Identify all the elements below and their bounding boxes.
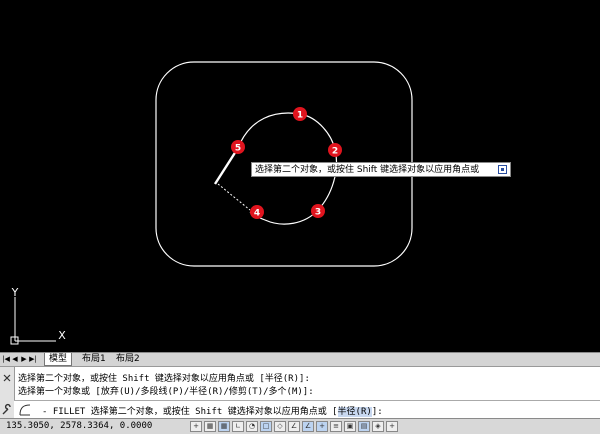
command-window-grip[interactable] [0,367,15,418]
ucs-icon: Y X [10,286,66,345]
marker-3-label: 3 [315,208,321,218]
quick-properties-icon[interactable]: ▤ [358,421,370,432]
marker-5-label: 5 [235,144,241,154]
selection-cycling-icon[interactable]: ◈ [372,421,384,432]
tab-model[interactable]: 模型 [44,353,73,366]
transparency-icon[interactable]: ▣ [344,421,356,432]
marker-2: 2 [328,143,342,157]
dashed-preview-segment [217,183,251,211]
marker-4: 4 [250,205,264,219]
command-prompt-icon [19,404,31,416]
marker-1-label: 1 [297,111,303,121]
next-tab-icon[interactable]: ▶ [20,354,28,364]
marker-3: 3 [311,204,325,218]
tooltip-options-icon[interactable] [498,165,507,174]
ucs-x-label: X [58,329,66,342]
ucs-y-label: Y [11,286,19,299]
command-option-radius[interactable]: 半径(R) [337,407,372,417]
command-window: 选择第二个对象，或按住 Shift 键选择对象以应用角点或 [半径(R)]: 选… [0,366,600,418]
command-current-text: - FILLET 选择第二个对象，或按住 Shift 键选择对象以应用角点或 [… [42,404,383,417]
dynamic-input-tooltip: 选择第二个对象，或按住 Shift 键选择对象以应用角点或 [251,162,511,177]
status-bar: 135.3050, 2578.3364, 0.0000 + ▦ ▦ ∟ ◔ □ … [0,418,600,434]
wrench-icon[interactable] [0,403,14,417]
polar-icon[interactable]: ◔ [246,421,258,432]
command-prefix: - FILLET 选择第二个对象，或按住 Shift 键选择对象以应用角点或 [ [42,407,338,417]
snap-icon[interactable]: ▦ [204,421,216,432]
tooltip-text: 选择第二个对象，或按住 Shift 键选择对象以应用角点或 [255,165,480,175]
last-tab-icon[interactable]: ▶| [29,354,37,364]
marker-1: 1 [293,107,307,121]
command-history-line-2: 选择第一个对象或 [放弃(U)/多段线(P)/半径(R)/修剪(T)/多个(M)… [18,387,314,397]
prev-tab-icon[interactable]: ◀ [11,354,19,364]
layout-tab-bar: |◀ ◀ ▶ ▶| 模型 布局1 布局2 [0,352,600,366]
coordinate-readout: 135.3050, 2578.3364, 0.0000 [6,421,153,431]
infer-constraints-icon[interactable]: + [190,421,202,432]
3d-osnap-icon[interactable]: ◇ [274,421,286,432]
drawing-canvas[interactable]: 1 2 3 4 5 Y X 选择第二个对象，或按住 Shift 键选择对象以应用 [0,0,600,352]
tab-layout1[interactable]: 布局1 [78,353,110,366]
marker-4-label: 4 [254,209,260,219]
lineweight-icon[interactable]: ≡ [330,421,342,432]
osnap-icon[interactable]: □ [260,421,272,432]
command-history-line-1: 选择第二个对象，或按住 Shift 键选择对象以应用角点或 [半径(R)]: [18,374,310,384]
grid-icon[interactable]: ▦ [218,421,230,432]
tab-layout2[interactable]: 布局2 [112,353,144,366]
command-suffix: ]: [371,407,383,417]
marker-2-label: 2 [332,147,338,157]
ducs-icon[interactable]: ∠ [302,421,314,432]
annotation-monitor-icon[interactable]: + [386,421,398,432]
otrack-icon[interactable]: ∠ [288,421,300,432]
dyn-input-icon[interactable]: + [316,421,328,432]
marker-5: 5 [231,140,245,154]
first-tab-icon[interactable]: |◀ [2,354,10,364]
ortho-icon[interactable]: ∟ [232,421,244,432]
command-input-line[interactable]: - FILLET 选择第二个对象，或按住 Shift 键选择对象以应用角点或 [… [14,400,600,418]
